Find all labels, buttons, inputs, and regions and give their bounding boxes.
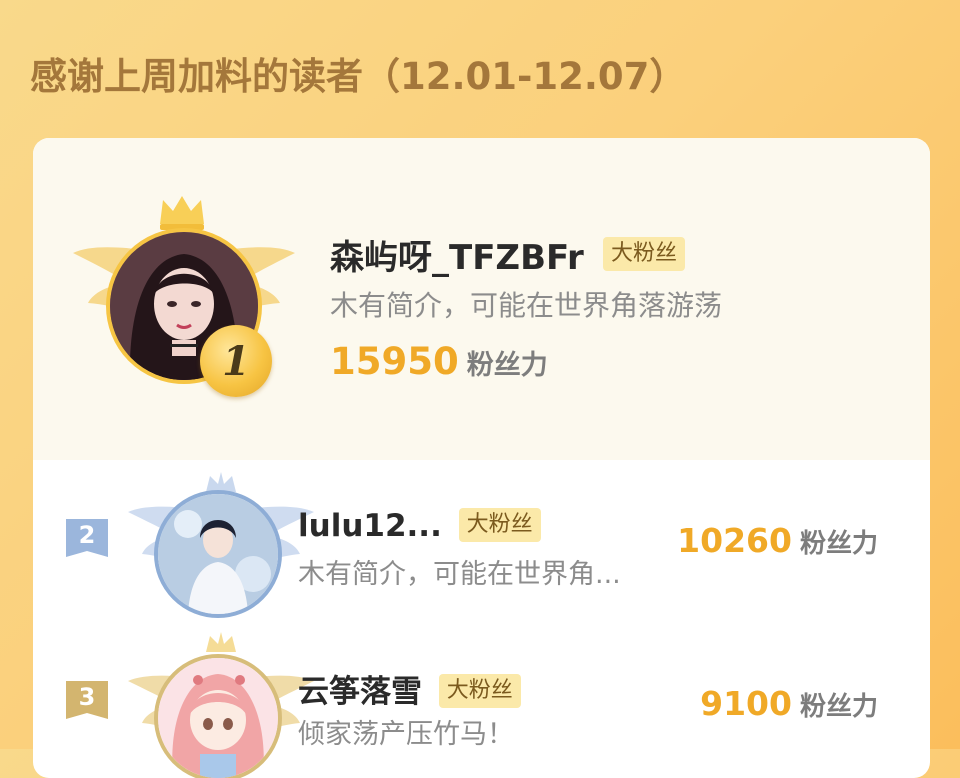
fan-level-badge: 大粉丝	[438, 673, 521, 708]
avatar-girl-anime-icon	[158, 658, 278, 778]
rank-1-badge: 1	[200, 325, 272, 397]
reader-bio: 木有简介，可能在世界角...	[298, 559, 621, 590]
avatar-boy-icon	[158, 494, 278, 614]
rank-2-badge: 2	[64, 517, 110, 563]
score-unit: 粉丝力	[466, 350, 548, 381]
champion-bio: 木有简介，可能在世界角落游荡	[330, 289, 723, 322]
list-item[interactable]: 2 lulu12... 大粉丝 木有简介，可能在世界角... 10260 粉丝力	[33, 460, 930, 618]
rank-3-badge: 3	[64, 679, 110, 725]
champion-score: 15950 粉丝力	[330, 340, 548, 383]
champion-name[interactable]: 森屿呀_TFZBFr	[330, 230, 584, 279]
score-value: 15950	[330, 340, 459, 383]
reader-name[interactable]: 云筝落雪 大粉丝	[298, 666, 521, 711]
score-unit: 粉丝力	[799, 529, 878, 559]
score-value: 10260	[677, 521, 792, 560]
score-unit: 粉丝力	[799, 692, 878, 722]
score-value: 9100	[700, 684, 792, 723]
fan-level-badge: 大粉丝	[603, 237, 686, 271]
reader-bio: 倾家荡产压竹马！	[298, 719, 514, 750]
page-title: 感谢上周加料的读者（12.01-12.07）	[30, 55, 687, 98]
reader-score: 9100 粉丝力	[700, 684, 878, 723]
leaderboard-card: 1 森屿呀_TFZBFr 大粉丝 木有简介，可能在世界角落游荡 15950 粉丝力…	[33, 138, 930, 778]
reader-name[interactable]: lulu12... 大粉丝	[298, 507, 541, 545]
champion-section[interactable]: 1 森屿呀_TFZBFr 大粉丝 木有简介，可能在世界角落游荡 15950 粉丝力	[33, 138, 930, 460]
crown-icon	[160, 196, 204, 230]
reader-score: 10260 粉丝力	[677, 521, 878, 560]
avatar[interactable]	[154, 490, 282, 618]
avatar[interactable]	[154, 654, 282, 778]
fan-level-badge: 大粉丝	[458, 507, 541, 542]
list-item[interactable]: 3 云筝落雪 大粉丝 倾家荡产压竹马！ 9100 粉丝力	[33, 618, 930, 778]
